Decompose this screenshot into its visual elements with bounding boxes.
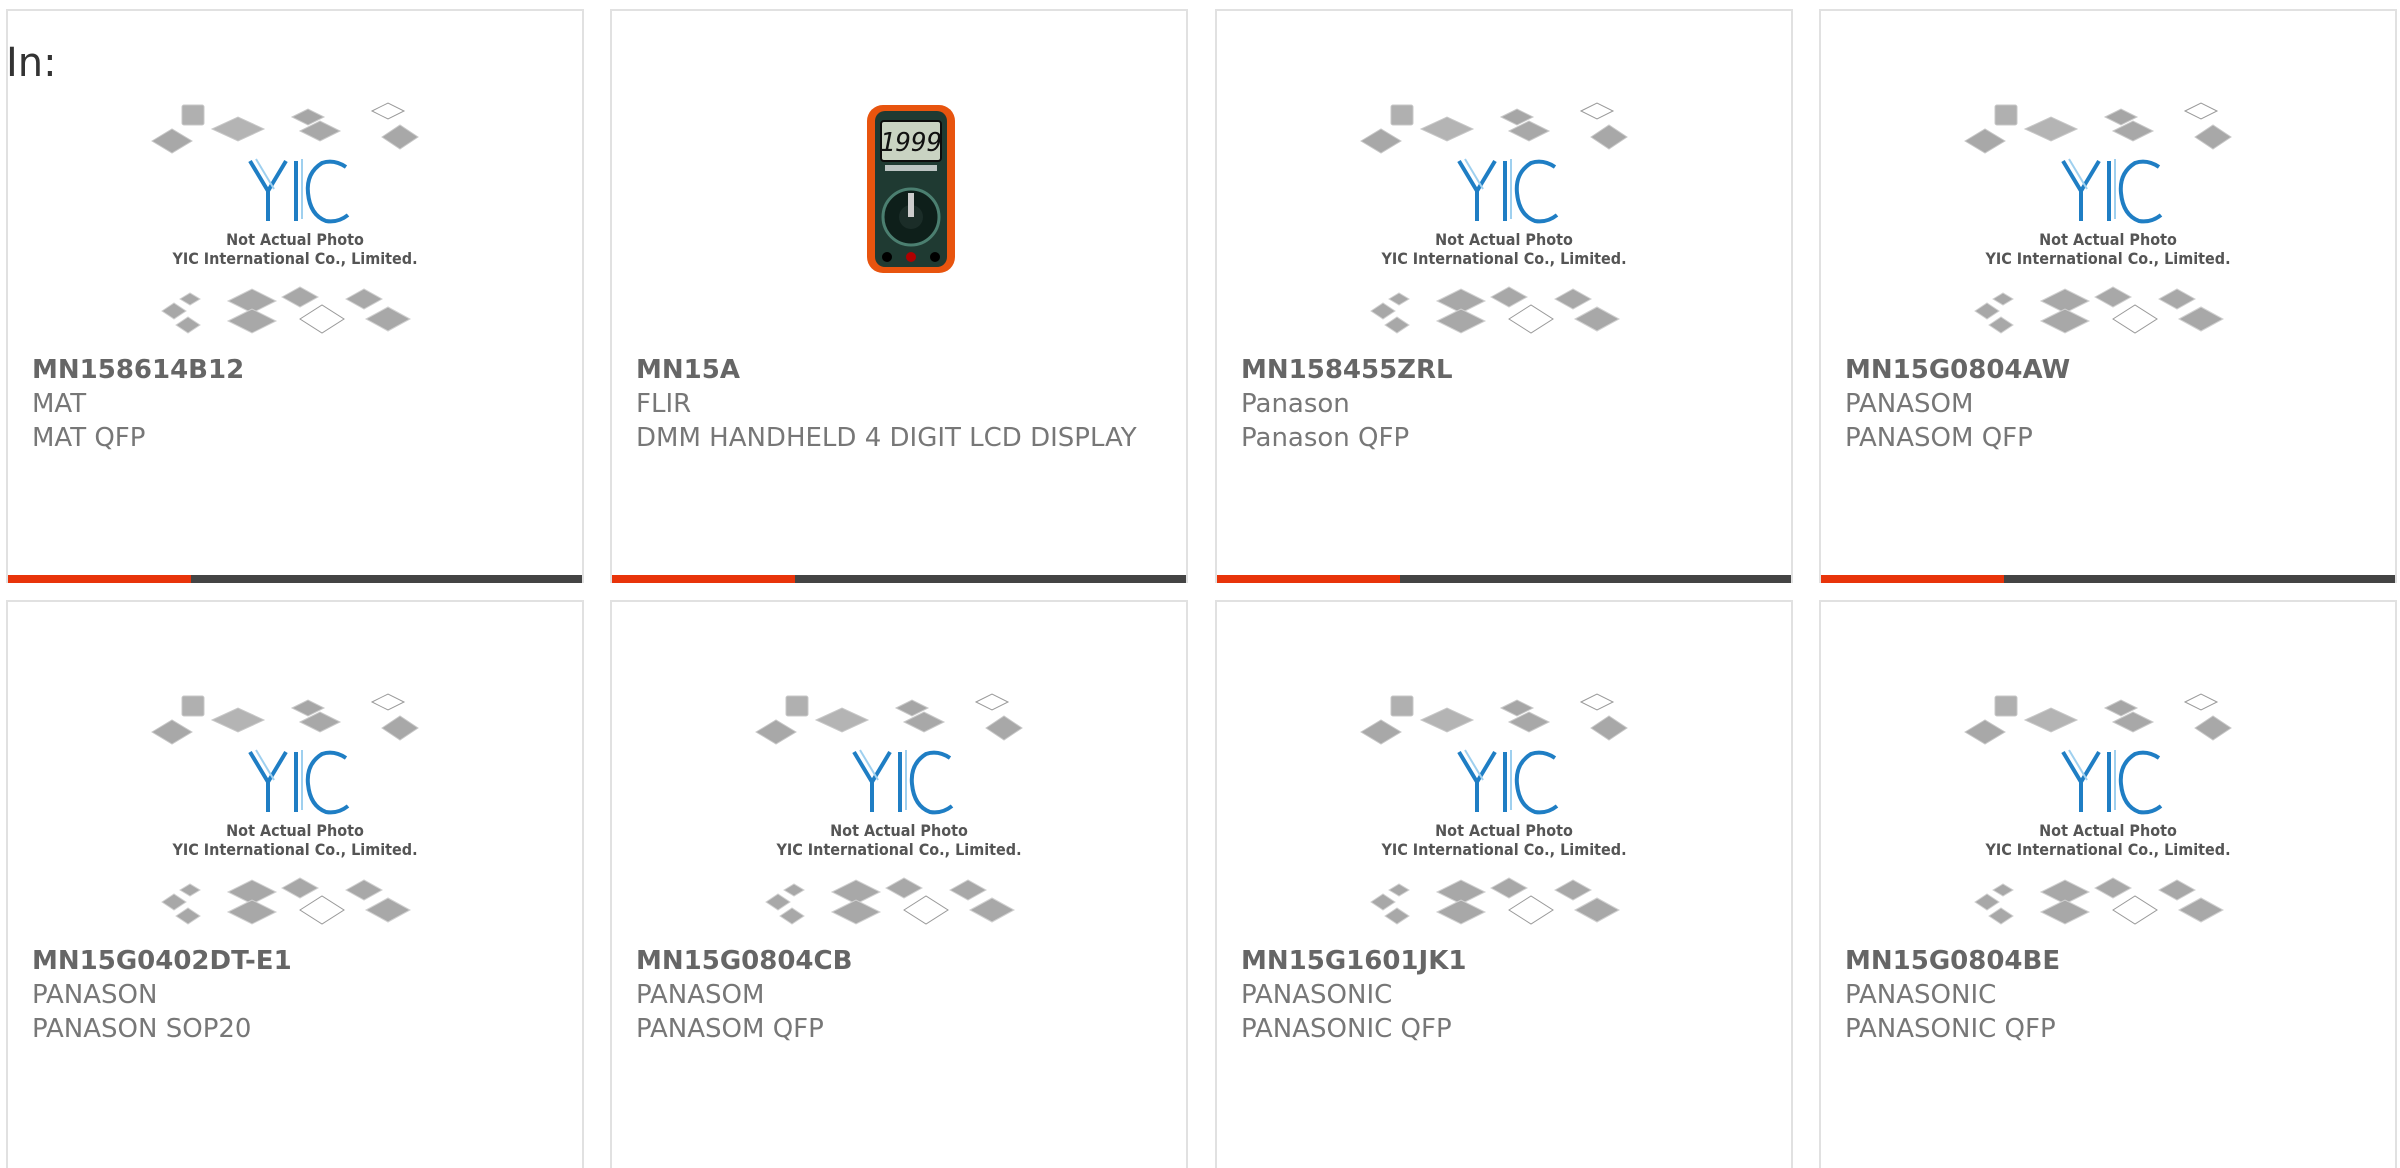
placeholder-chip-photo[interactable]: Not Actual Photo YIC International Co., … <box>1217 101 1791 351</box>
placeholder-caption-line1: Not Actual Photo <box>830 821 968 840</box>
description: PANASOM QFP <box>636 1014 824 1044</box>
placeholder-caption-line1: Not Actual Photo <box>2039 230 2177 249</box>
part-number[interactable]: MN158614B12 <box>32 353 562 387</box>
product-card[interactable]: Not Actual Photo YIC International Co., … <box>6 9 584 583</box>
multimeter-photo[interactable]: 1999 <box>612 101 1186 351</box>
placeholder-caption-line1: Not Actual Photo <box>1435 821 1573 840</box>
card-bottom-bar <box>1821 575 2395 583</box>
placeholder-caption-line1: Not Actual Photo <box>226 230 364 249</box>
part-number[interactable]: MN15G0402DT-E1 <box>32 944 562 978</box>
product-card[interactable]: Not Actual Photo YIC International Co., … <box>1819 600 2397 1168</box>
card-bottom-bar <box>1217 575 1791 583</box>
product-card[interactable]: Not Actual Photo YIC International Co., … <box>1819 9 2397 583</box>
manufacturer: PANASONIC <box>1241 980 1393 1010</box>
product-info: MN158614B12 MAT MAT QFP <box>32 353 562 455</box>
part-number[interactable]: MN15G0804AW <box>1845 353 2375 387</box>
manufacturer: PANASOM <box>1845 389 1974 419</box>
product-card[interactable]: Not Actual Photo YIC International Co., … <box>1215 600 1793 1168</box>
placeholder-caption-line2: YIC International Co., Limited. <box>1984 840 2230 859</box>
placeholder-chip-photo[interactable]: Not Actual Photo YIC International Co., … <box>1821 101 2395 351</box>
product-info: MN158455ZRL Panason Panason QFP <box>1241 353 1771 455</box>
placeholder-caption-line2: YIC International Co., Limited. <box>775 840 1021 859</box>
product-info: MN15G1601JK1 PANASONIC PANASONIC QFP <box>1241 944 1771 1046</box>
placeholder-caption-line2: YIC International Co., Limited. <box>1380 840 1626 859</box>
part-number[interactable]: MN15G0804BE <box>1845 944 2375 978</box>
placeholder-caption-line2: YIC International Co., Limited. <box>1380 249 1626 268</box>
placeholder-caption-line1: Not Actual Photo <box>1435 230 1573 249</box>
part-number[interactable]: MN15G0804CB <box>636 944 1166 978</box>
part-number[interactable]: MN158455ZRL <box>1241 353 1771 387</box>
card-bottom-bar-accent <box>612 575 795 583</box>
description: PANASON SOP20 <box>32 1014 252 1044</box>
in-label: In: <box>6 40 57 86</box>
manufacturer: PANASONIC <box>1845 980 1997 1010</box>
placeholder-caption-line2: YIC International Co., Limited. <box>171 249 417 268</box>
product-card[interactable]: Not Actual Photo YIC International Co., … <box>1215 9 1793 583</box>
description: PANASONIC QFP <box>1845 1014 2056 1044</box>
manufacturer: MAT <box>32 389 87 419</box>
placeholder-caption-line2: YIC International Co., Limited. <box>171 840 417 859</box>
part-number[interactable]: MN15G1601JK1 <box>1241 944 1771 978</box>
placeholder-chip-photo[interactable]: Not Actual Photo YIC International Co., … <box>8 692 582 942</box>
placeholder-caption-line1: Not Actual Photo <box>2039 821 2177 840</box>
product-grid: In: Not Actual Photo YIC International C… <box>0 0 2400 1168</box>
product-card[interactable]: Not Actual Photo YIC International Co., … <box>6 600 584 1168</box>
placeholder-chip-photo[interactable]: Not Actual Photo YIC International Co., … <box>8 101 582 351</box>
card-bottom-bar-accent <box>1217 575 1400 583</box>
placeholder-caption-line2: YIC International Co., Limited. <box>1984 249 2230 268</box>
part-number[interactable]: MN15A <box>636 353 1166 387</box>
placeholder-chip-photo[interactable]: Not Actual Photo YIC International Co., … <box>612 692 1186 942</box>
description: DMM HANDHELD 4 DIGIT LCD DISPLAY <box>636 423 1137 453</box>
manufacturer: FLIR <box>636 389 692 419</box>
manufacturer: PANASON <box>32 980 158 1010</box>
placeholder-chip-photo[interactable]: Not Actual Photo YIC International Co., … <box>1217 692 1791 942</box>
placeholder-chip-photo[interactable]: Not Actual Photo YIC International Co., … <box>1821 692 2395 942</box>
product-info: MN15G0804BE PANASONIC PANASONIC QFP <box>1845 944 2375 1046</box>
product-info: MN15G0804AW PANASOM PANASOM QFP <box>1845 353 2375 455</box>
product-info: MN15A FLIR DMM HANDHELD 4 DIGIT LCD DISPLA… <box>636 353 1166 455</box>
product-info: MN15G0402DT-E1 PANASON PANASON SOP20 <box>32 944 562 1046</box>
manufacturer: PANASOM <box>636 980 765 1010</box>
card-bottom-bar <box>8 575 582 583</box>
product-info: MN15G0804CB PANASOM PANASOM QFP <box>636 944 1166 1046</box>
description: MAT QFP <box>32 423 146 453</box>
manufacturer: Panason <box>1241 389 1350 419</box>
card-bottom-bar-accent <box>1821 575 2004 583</box>
product-card[interactable]: 1999 MN15A FLIR DMM HANDHELD 4 DIGIT LCD D… <box>610 9 1188 583</box>
description: PANASONIC QFP <box>1241 1014 1452 1044</box>
placeholder-caption-line1: Not Actual Photo <box>226 821 364 840</box>
description: PANASOM QFP <box>1845 423 2033 453</box>
multimeter-display-value: 1999 <box>880 128 943 158</box>
description: Panason QFP <box>1241 423 1410 453</box>
card-bottom-bar-accent <box>8 575 191 583</box>
product-card[interactable]: Not Actual Photo YIC International Co., … <box>610 600 1188 1168</box>
card-bottom-bar <box>612 575 1186 583</box>
